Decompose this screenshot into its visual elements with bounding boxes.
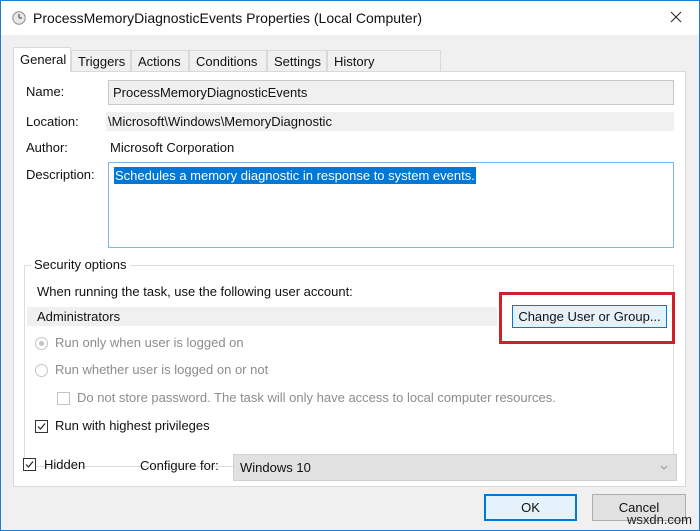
run-whether-logged-on-radio[interactable] <box>35 364 48 377</box>
tab-settings[interactable]: Settings <box>267 50 327 71</box>
configure-for-value: Windows 10 <box>240 460 311 475</box>
run-only-logged-on-label: Run only when user is logged on <box>55 335 244 350</box>
close-button[interactable] <box>653 1 699 35</box>
user-account-value: Administrators <box>27 307 497 326</box>
title-bar: ProcessMemoryDiagnosticEvents Properties… <box>1 1 699 35</box>
window-title: ProcessMemoryDiagnosticEvents Properties… <box>33 10 423 26</box>
run-whether-logged-on-label: Run whether user is logged on or not <box>55 362 269 377</box>
properties-dialog: ProcessMemoryDiagnosticEvents Properties… <box>0 0 700 531</box>
description-selected-text: Schedules a memory diagnostic in respons… <box>114 167 476 184</box>
clock-task-icon <box>12 11 26 25</box>
location-value: \Microsoft\Windows\MemoryDiagnostic <box>106 112 674 131</box>
security-options-title: Security options <box>31 257 130 272</box>
do-not-store-password-label: Do not store password. The task will onl… <box>77 390 556 405</box>
name-label: Name: <box>26 84 65 99</box>
close-icon <box>670 11 682 26</box>
description-textarea[interactable]: Schedules a memory diagnostic in respons… <box>108 162 674 248</box>
description-label: Description: <box>26 167 95 182</box>
configure-for-label: Configure for: <box>140 458 219 473</box>
run-only-logged-on-radio[interactable] <box>35 337 48 350</box>
run-highest-privileges-label: Run with highest privileges <box>55 418 210 433</box>
tab-history[interactable]: History (disabled) <box>327 50 441 90</box>
checkmark-icon <box>37 423 46 430</box>
watermark-text: wsxdn.com <box>626 512 692 527</box>
ok-button[interactable]: OK <box>484 494 577 521</box>
tab-triggers[interactable]: Triggers <box>71 50 131 71</box>
change-user-or-group-button[interactable]: Change User or Group... <box>512 305 667 328</box>
tab-general[interactable]: General <box>13 47 71 72</box>
name-field[interactable]: ProcessMemoryDiagnosticEvents <box>108 80 674 105</box>
author-value: Microsoft Corporation <box>110 140 235 155</box>
tab-conditions[interactable]: Conditions <box>189 50 267 71</box>
run-highest-privileges-checkbox[interactable] <box>35 420 48 433</box>
hidden-label: Hidden <box>44 457 86 472</box>
general-panel: Name: ProcessMemoryDiagnosticEvents Loca… <box>13 71 686 487</box>
tab-actions[interactable]: Actions <box>131 50 189 71</box>
location-label: Location: <box>26 114 79 129</box>
configure-for-select[interactable]: Windows 10 <box>233 454 677 481</box>
security-options-group: Security options When running the task, … <box>24 257 675 467</box>
hidden-checkbox[interactable] <box>23 458 36 471</box>
chevron-down-icon <box>660 455 668 488</box>
author-label: Author: <box>26 140 68 155</box>
checkmark-icon <box>25 461 34 468</box>
account-prompt: When running the task, use the following… <box>37 284 353 299</box>
do-not-store-password-checkbox[interactable] <box>57 392 70 405</box>
